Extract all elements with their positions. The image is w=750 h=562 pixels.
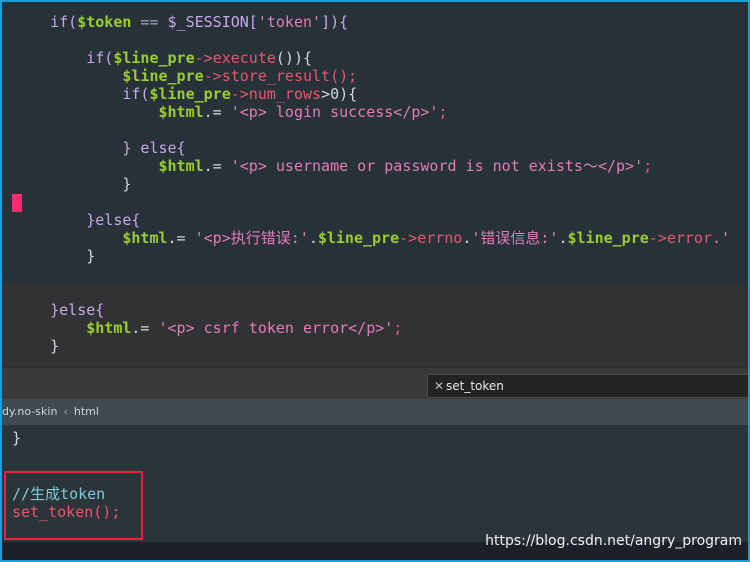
code-token: '<p>执行错误:' [194,229,309,247]
breadcrumb-item[interactable]: html [74,405,99,418]
code-line: $html.= '<p> csrf token error</p>'; [14,319,402,337]
code-token: -> [230,85,249,103]
code-token: ]){ [321,13,349,31]
code-token: .= [203,103,231,121]
code-token: $html [158,103,204,121]
code-token: $html [158,157,204,175]
code-line: $line_pre->store_result(); [14,67,357,85]
code-token: '<p> username or password is not exists～… [230,157,644,175]
breadcrumb: dy.no-skin ‹ html [2,399,748,425]
code-token: '<p> login success</p>' [230,103,439,121]
code-line: } [14,175,131,193]
code-token: if( [122,85,150,103]
tab-label: set_token [446,379,504,393]
code-token: $line_pre [567,229,649,247]
code-line: if($line_pre->num_rows>0){ [14,85,357,103]
code-token: == [131,13,168,31]
code-token: 'token' [257,13,322,31]
code-token: $html [122,229,168,247]
code-token: }else{ [86,211,141,229]
code-token: -> [194,49,213,67]
code-token: .= [167,229,195,247]
code-line: if($line_pre->execute()){ [14,49,312,67]
closing-brace: } [12,429,22,447]
code-token: $token [77,13,132,31]
close-icon[interactable]: ✕ [432,375,446,397]
code-token: if( [50,13,78,31]
code-token: } [86,247,96,265]
breadcrumb-item[interactable]: dy.no-skin [2,405,57,418]
app-window: if($token == $_SESSION['token']){ if($li… [0,0,750,562]
code-line: $html.= '<p>执行错误:'.$line_pre->errno.'错误信… [14,229,730,247]
code-token: ()){ [275,49,313,67]
code-token: .= [203,157,231,175]
code-token: .' [712,229,731,247]
code-line: } [14,247,95,265]
code-token: >0){ [321,85,358,103]
code-token: ; [643,157,653,175]
watermark: https://blog.csdn.net/angry_program [485,533,742,549]
code-editor-top[interactable]: if($token == $_SESSION['token']){ if($li… [2,2,748,367]
code-line: $html.= '<p> username or password is not… [14,157,653,175]
code-token: $html [86,319,132,337]
code-token: '错误信息:' [471,229,559,247]
code-token: $_SESSION[ [167,13,258,31]
code-token: $line_pre [122,67,204,85]
code-token: if( [86,49,114,67]
tab-set-token[interactable]: ✕ set_token [427,374,748,398]
code-token: }else{ [50,301,105,319]
code-line: }else{ [14,301,104,319]
code-token: ; [438,103,448,121]
code-token: (); [330,67,358,85]
tab-bar: ✕ set_token [2,367,748,400]
code-line: if($token == $_SESSION['token']){ [14,13,348,31]
code-token: store_result [221,67,331,85]
line-marker [12,194,22,212]
code-token: -> [399,229,418,247]
code-token: num_rows [248,85,322,103]
code-token: -> [203,67,222,85]
chevron-left-icon: ‹ [63,405,68,418]
code-token: . [308,229,318,247]
code-line: } else{ [14,139,186,157]
code-token: . [558,229,568,247]
code-token: .= [131,319,159,337]
code-token: errno [417,229,463,247]
code-token: $line_pre [149,85,231,103]
code-line: } [14,337,59,355]
code-token: $line_pre [317,229,400,247]
code-token: '<p> csrf token error</p>' [158,319,394,337]
code-line: }else{ [14,211,140,229]
annotation-box [4,471,143,540]
code-line: $html.= '<p> login success</p>'; [14,103,448,121]
code-token: error [666,229,712,247]
code-token: -> [648,229,667,247]
code-token: } [50,337,60,355]
code-token: $line_pre [113,49,195,67]
code-token: execute [212,49,276,67]
code-token: } [122,175,132,193]
code-token: } else{ [122,139,186,157]
code-token: ; [393,319,403,337]
